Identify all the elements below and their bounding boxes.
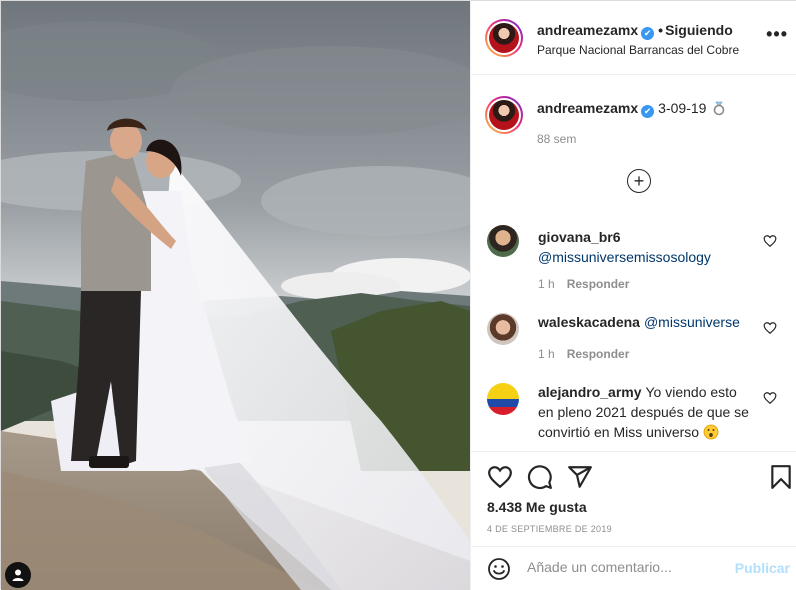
more-options-button[interactable]: ••• xyxy=(766,25,788,43)
verified-badge-icon: ✔ xyxy=(641,27,655,40)
caption-avatar[interactable] xyxy=(485,96,523,134)
publish-button[interactable]: Publicar xyxy=(735,560,790,576)
post-date: 4 DE SEPTIEMBRE DE 2019 xyxy=(487,524,612,534)
post-actions: 8.438 Me gusta 4 DE SEPTIEMBRE DE 2019 xyxy=(471,451,796,546)
reply-button[interactable]: Responder xyxy=(567,277,630,291)
caption-timestamp: 88 sem xyxy=(537,132,577,146)
post-side-panel: andreamezamx ✔ • Siguiendo Parque Nacional … xyxy=(470,1,796,590)
comment-mention[interactable]: @missuniverse xyxy=(644,314,740,330)
like-comment-heart-icon[interactable] xyxy=(763,391,777,405)
emoji-smiley-icon[interactable] xyxy=(487,557,511,581)
reply-button[interactable]: Responder xyxy=(567,347,630,361)
like-comment-heart-icon[interactable] xyxy=(763,234,777,248)
load-more-comments-button[interactable]: + xyxy=(627,169,651,193)
save-bookmark-icon[interactable] xyxy=(768,464,794,490)
like-heart-icon[interactable] xyxy=(487,464,513,490)
wedding-photo xyxy=(1,1,470,590)
comment-bubble-icon[interactable] xyxy=(527,464,553,490)
commenter-username[interactable]: alejandro_army xyxy=(538,384,642,400)
comment-meta: 1 h Responder xyxy=(538,277,641,291)
comment-text: alejandro_army Yo viendo esto en pleno 20… xyxy=(538,382,753,442)
commenter-username[interactable]: waleskacadena xyxy=(538,314,640,330)
commenter-username[interactable]: giovana_br6 xyxy=(538,229,620,245)
comment-meta: 1 h Responder xyxy=(538,347,641,361)
commenter-avatar[interactable] xyxy=(487,383,519,415)
caption-username[interactable]: andreamezamx xyxy=(537,100,638,116)
likes-count[interactable]: 8.438 Me gusta xyxy=(487,499,587,515)
comment-time: 1 h xyxy=(538,347,555,361)
author-line: andreamezamx ✔ • Siguiendo xyxy=(537,22,733,40)
comment-text: giovana_br6 @missuniversemissosology xyxy=(538,227,753,267)
separator-dot: • xyxy=(658,22,664,38)
post-photo[interactable] xyxy=(1,1,470,590)
user-icon xyxy=(12,569,24,581)
add-comment-bar: Publicar xyxy=(471,546,796,590)
caption-line: andreamezamx ✔ 3-09-19 xyxy=(537,100,726,118)
caption-text: 3-09-19 xyxy=(658,100,707,116)
author-username[interactable]: andreamezamx xyxy=(537,22,638,38)
comment-time: 1 h xyxy=(538,277,555,291)
commenter-avatar[interactable] xyxy=(487,313,519,345)
commenter-avatar[interactable] xyxy=(487,225,519,257)
author-avatar[interactable] xyxy=(485,19,523,57)
tagged-users-button[interactable] xyxy=(5,562,31,588)
share-send-icon[interactable] xyxy=(567,464,593,490)
like-comment-heart-icon[interactable] xyxy=(763,321,777,335)
following-button[interactable]: Siguiendo xyxy=(665,22,733,38)
astonished-face-icon xyxy=(703,424,719,440)
comment-input[interactable] xyxy=(527,559,727,575)
verified-badge-icon: ✔ xyxy=(641,105,655,118)
location-link[interactable]: Parque Nacional Barrancas del Cobre xyxy=(537,43,739,57)
post-dialog: andreamezamx ✔ • Siguiendo Parque Nacional … xyxy=(0,0,796,590)
comment-text: waleskacadena @missuniverse xyxy=(538,312,753,332)
post-header: andreamezamx ✔ • Siguiendo Parque Nacional … xyxy=(471,1,796,75)
comment-mention[interactable]: @missuniversemissosology xyxy=(538,249,711,265)
ring-icon xyxy=(714,101,725,116)
